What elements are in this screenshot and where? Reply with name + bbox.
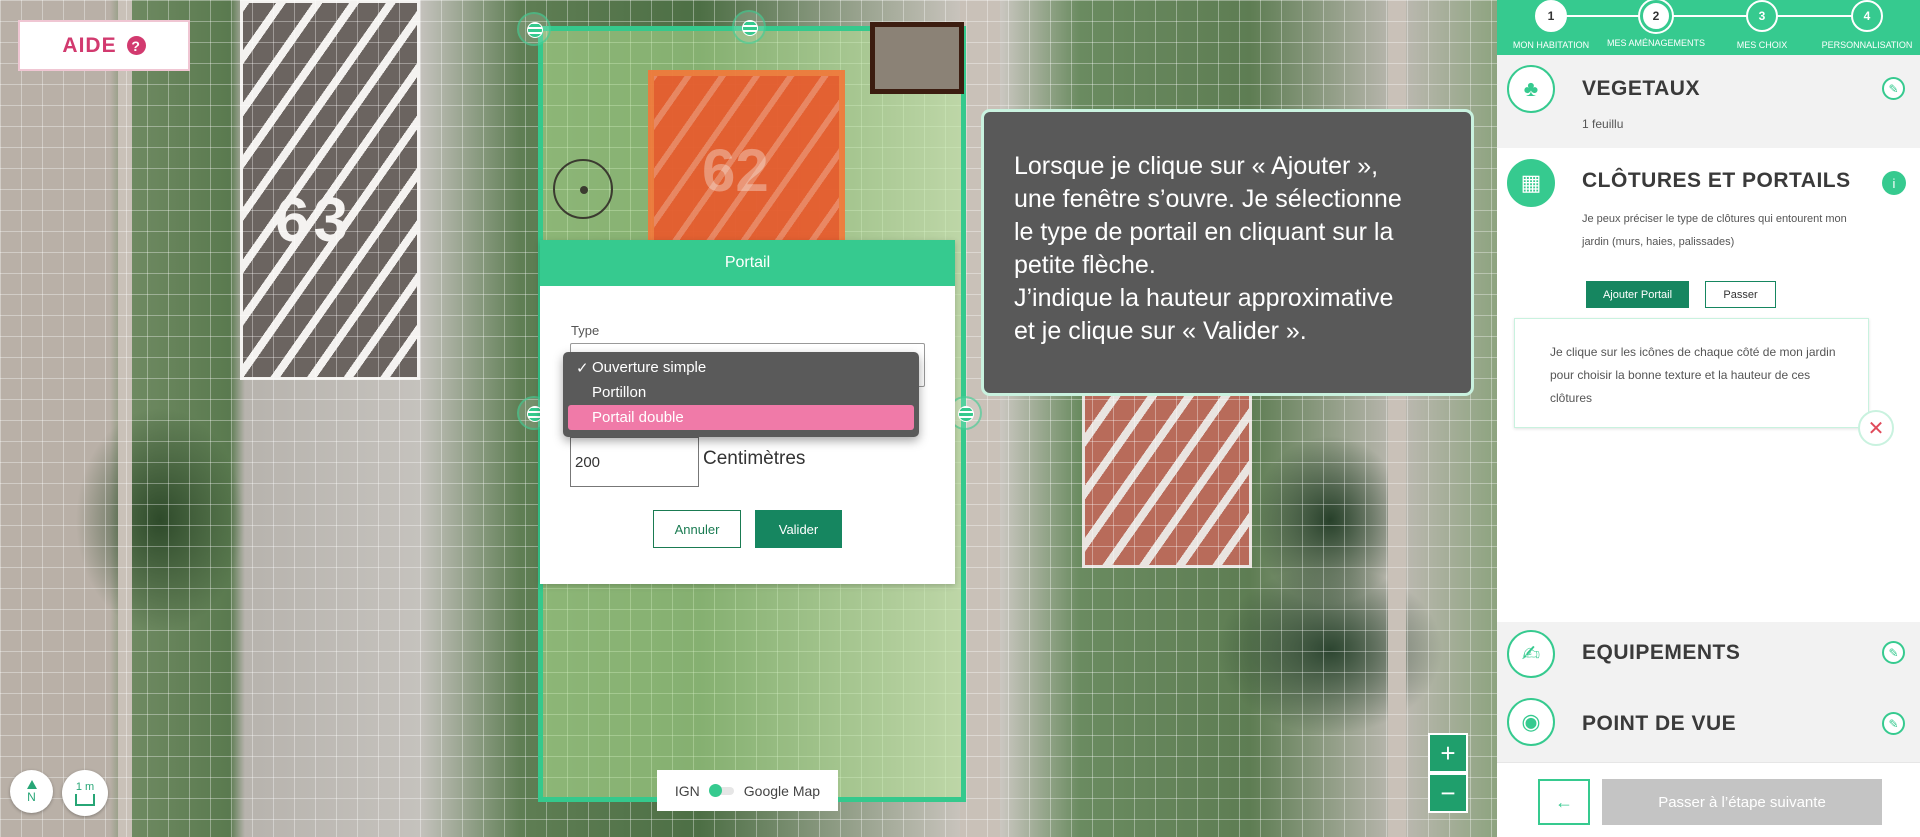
height-unit: Centimètres — [703, 448, 806, 469]
sidebar-footer: ← Passer à l’étape suivante — [1497, 762, 1920, 837]
step-1[interactable]: 1 MON HABITATION — [1496, 0, 1606, 50]
arrow-left-icon: ← — [1555, 791, 1573, 812]
section-title: EQUIPEMENTS — [1582, 641, 1741, 664]
scale-bar-icon — [75, 793, 95, 806]
section-description: Je peux préciser le type de clôtures qui… — [1582, 213, 1847, 248]
height-input[interactable] — [570, 437, 699, 487]
section-title: VEGETAUX — [1582, 77, 1700, 100]
type-label: Type — [571, 323, 600, 338]
help-label: AIDE — [62, 33, 117, 57]
fence-icon[interactable] — [732, 10, 766, 44]
equipment-icon: ✍ — [1507, 630, 1555, 678]
layer-toggle[interactable]: IGN Google Map — [657, 770, 838, 811]
dropdown-option-highlighted[interactable]: Portail double — [568, 405, 914, 430]
step-2[interactable]: 2 MES AMÉNAGEMENTS — [1601, 0, 1711, 48]
step-3[interactable]: 3 MES CHOIX — [1707, 0, 1817, 50]
info-icon[interactable]: i — [1882, 171, 1906, 195]
toggle-switch[interactable] — [708, 783, 734, 797]
back-button[interactable]: ← — [1538, 779, 1590, 825]
edit-icon[interactable]: ✎ — [1882, 712, 1905, 735]
type-dropdown-list: ✓ Ouverture simple Portillon Portail dou… — [563, 352, 919, 437]
compass-button[interactable]: N — [10, 770, 53, 813]
progress-stepper: 1 MON HABITATION 2 MES AMÉNAGEMENTS 3 ME… — [1497, 0, 1920, 55]
section-title: POINT DE VUE — [1582, 712, 1737, 735]
skip-button[interactable]: Passer — [1705, 281, 1776, 308]
north-arrow-icon — [26, 779, 37, 789]
edit-icon[interactable]: ✎ — [1882, 641, 1905, 664]
eye-icon: ◉ — [1507, 698, 1555, 746]
dropdown-option[interactable]: Portillon — [568, 380, 914, 405]
help-button[interactable]: AIDE ? — [18, 20, 190, 71]
close-icon[interactable]: ✕ — [1858, 410, 1894, 446]
tree-icon: ♣ — [1507, 65, 1555, 113]
modal-title: Portail — [540, 240, 955, 286]
section-vegetaux[interactable]: ♣ VEGETAUX 1 feuillu ✎ — [1497, 55, 1920, 148]
add-gate-button[interactable]: Ajouter Portail — [1586, 281, 1689, 308]
checkmark-icon: ✓ — [576, 359, 589, 377]
tooltip-text: Lorsque je clique sur « Ajouter », une f… — [1014, 152, 1402, 345]
tutorial-tooltip: Lorsque je clique sur « Ajouter », une f… — [981, 109, 1474, 396]
zoom-out-button[interactable]: − — [1428, 773, 1468, 813]
validate-button[interactable]: Valider — [755, 510, 842, 548]
step-4[interactable]: 4 PERSONNALISATION — [1812, 0, 1920, 50]
question-icon: ? — [126, 36, 146, 55]
next-step-button[interactable]: Passer à l’étape suivante — [1602, 779, 1882, 825]
fence-icon[interactable] — [517, 12, 551, 46]
zoom-in-button[interactable]: + — [1428, 733, 1468, 773]
layer-ign-label: IGN — [674, 782, 700, 799]
section-title: CLÔTURES ET PORTAILS — [1582, 169, 1851, 192]
scale-button[interactable]: 1 m — [62, 770, 108, 816]
help-bubble: Je clique sur les icônes de chaque côté … — [1514, 318, 1869, 428]
shed — [870, 22, 964, 94]
house-number: 62 — [702, 137, 769, 204]
dropdown-option[interactable]: ✓ Ouverture simple — [568, 355, 914, 380]
layer-google-label: Google Map — [743, 782, 821, 799]
edit-icon[interactable]: ✎ — [1882, 77, 1905, 100]
fence-icon: ▦ — [1507, 159, 1555, 207]
cancel-button[interactable]: Annuler — [653, 510, 741, 548]
section-point-de-vue[interactable]: ◉ POINT DE VUE ✎ — [1497, 686, 1920, 762]
section-subtitle: 1 feuillu — [1582, 117, 1624, 131]
sidebar: 1 MON HABITATION 2 MES AMÉNAGEMENTS 3 ME… — [1497, 0, 1920, 837]
tree-marker[interactable] — [553, 159, 613, 219]
house-roof: 62 — [648, 70, 845, 252]
section-equipements[interactable]: ✍ EQUIPEMENTS ✎ — [1497, 622, 1920, 686]
